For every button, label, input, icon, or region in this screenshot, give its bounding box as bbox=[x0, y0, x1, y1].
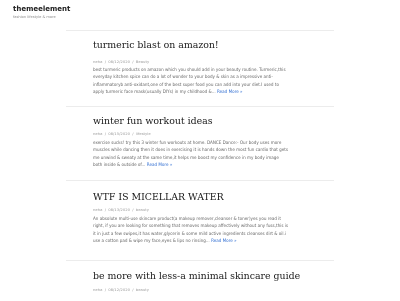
post-author[interactable]: neha bbox=[93, 59, 102, 64]
divider bbox=[66, 180, 334, 181]
post-item: be more with less-a minimal skincare gui… bbox=[66, 271, 334, 301]
divider bbox=[66, 260, 334, 261]
post-title[interactable]: turmeric blast on amazon! bbox=[93, 40, 219, 52]
post-item: winter fun workout ideas neha / 08/15/20… bbox=[66, 116, 334, 202]
excerpt-line: best turmeric products on amazon which y… bbox=[93, 67, 286, 72]
excerpt-line: everyday kitchen spice can do a lot of w… bbox=[93, 74, 273, 80]
post-meta: neha / 08/13/2020 / beauty bbox=[93, 207, 149, 212]
post-date: 08/15/2020 bbox=[108, 131, 131, 136]
post-meta: neha / 08/15/2020 / lifestyle bbox=[93, 131, 151, 136]
post-title[interactable]: WTF IS MICELLAR WATER bbox=[93, 192, 224, 204]
divider bbox=[66, 106, 334, 107]
excerpt-line: use a cotton pad & wipe my face,eyes & l… bbox=[93, 237, 237, 243]
post-item: turmeric blast on amazon! neha / 08/12/2… bbox=[66, 40, 334, 126]
post-excerpt: exercise sucks! try this 3 winter fun wo… bbox=[93, 139, 307, 168]
post-meta: neha / 08/12/2020 / Beauty bbox=[93, 59, 150, 64]
post-excerpt: An absolute multi-use skincare product(a… bbox=[93, 215, 307, 244]
post-category[interactable]: Beauty bbox=[136, 59, 149, 64]
post-title[interactable]: winter fun workout ideas bbox=[93, 116, 213, 128]
divider bbox=[66, 30, 334, 31]
excerpt-line: right, if you are looking for something … bbox=[93, 223, 289, 229]
post-excerpt: best turmeric products on amazon which y… bbox=[93, 66, 307, 95]
post-author[interactable]: neha bbox=[93, 287, 102, 292]
excerpt-line: both inside & outside of... Read More » bbox=[93, 161, 173, 167]
post-date: 08/12/2020 bbox=[108, 59, 131, 64]
excerpt-line: apply turmeric face mask(usually DIYs) i… bbox=[93, 88, 243, 94]
read-more-link[interactable]: Read More » bbox=[147, 162, 173, 167]
post-category[interactable]: beauty bbox=[136, 287, 149, 292]
excerpt-line: An absolute multi-use skincare product(a… bbox=[93, 216, 282, 221]
post-author[interactable]: neha bbox=[93, 207, 102, 212]
post-date: 08/13/2020 bbox=[108, 207, 131, 212]
post-author[interactable]: neha bbox=[93, 131, 102, 136]
excerpt-line: exercise sucks! try this 3 winter fun wo… bbox=[93, 140, 282, 145]
site-title[interactable]: themeelement bbox=[13, 4, 70, 14]
post-meta: neha / 08/12/2020 / beauty bbox=[93, 287, 149, 292]
site-tagline: fashion lifestyle & more bbox=[13, 15, 56, 19]
read-more-link[interactable]: Read More » bbox=[211, 238, 237, 243]
post-item: WTF IS MICELLAR WATER neha / 08/13/2020 … bbox=[66, 192, 334, 278]
excerpt-line: muscles while dancing then it does in ex… bbox=[93, 147, 288, 153]
site-header: themeelement fashion lifestyle & more bbox=[13, 4, 70, 20]
excerpt-line: it in just a few swipes,it has water,gly… bbox=[93, 230, 286, 236]
post-date: 08/12/2020 bbox=[108, 287, 131, 292]
read-more-link[interactable]: Read More » bbox=[217, 89, 243, 94]
post-category[interactable]: lifestyle bbox=[136, 131, 151, 136]
post-title[interactable]: be more with less-a minimal skincare gui… bbox=[93, 271, 300, 283]
excerpt-line: inflammatoryb anti-oxidant,one of the be… bbox=[93, 81, 279, 87]
post-category[interactable]: beauty bbox=[136, 207, 149, 212]
excerpt-line: me unwind & sweaty at the same time,it h… bbox=[93, 154, 279, 160]
